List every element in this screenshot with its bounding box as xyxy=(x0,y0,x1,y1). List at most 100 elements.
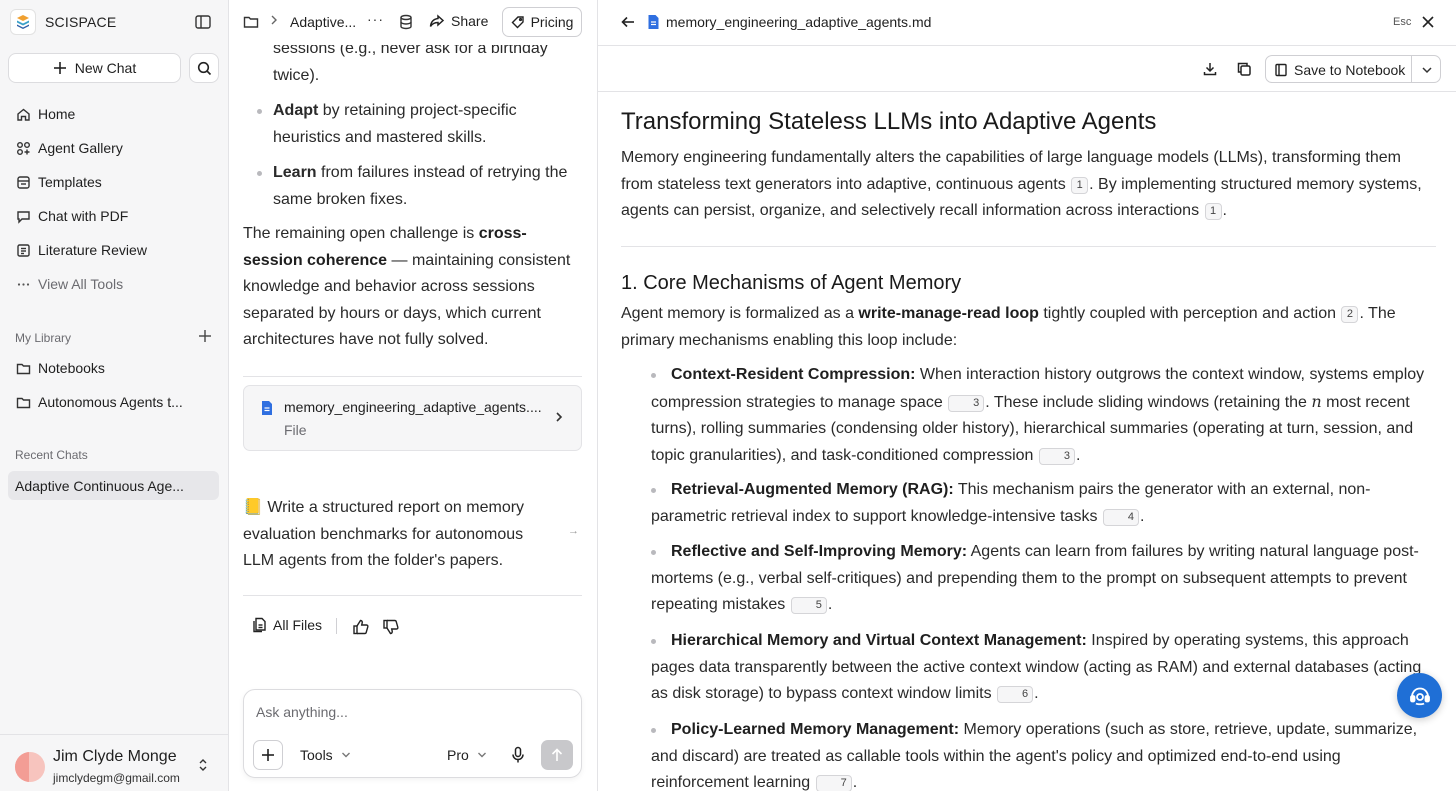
microphone-icon[interactable] xyxy=(511,746,527,764)
citation-badge[interactable]: 1 xyxy=(1071,176,1089,194)
back-arrow-icon[interactable] xyxy=(620,14,636,30)
item-bold: Hierarchical Memory and Virtual Context … xyxy=(671,632,1087,649)
list-item: Policy-Learned Memory Management: Memory… xyxy=(651,717,1436,791)
document-header: memory_engineering_adaptive_agents.md Es… xyxy=(598,0,1456,46)
brand[interactable]: SCISPACE xyxy=(10,8,116,36)
chat-title[interactable]: Adaptive... xyxy=(290,14,356,30)
send-button[interactable] xyxy=(541,740,573,770)
arrow-right-icon[interactable]: → xyxy=(568,525,579,537)
message-text: The remaining open challenge is xyxy=(243,225,479,242)
sidebar-item-literature-review[interactable]: Literature Review xyxy=(15,240,147,260)
esc-hint: Esc xyxy=(1393,16,1412,28)
avatar xyxy=(15,752,45,782)
bullet-dot xyxy=(651,639,656,644)
bullet-dot xyxy=(257,109,262,114)
thumbs-up-icon[interactable] xyxy=(352,618,370,636)
more-options-button[interactable]: ··· xyxy=(367,11,384,27)
sidebar-item-label: Literature Review xyxy=(38,242,147,258)
all-files-button[interactable]: All Files xyxy=(252,617,322,633)
section-intro: Agent memory is formalized as a write-ma… xyxy=(621,301,1436,354)
citation-badge[interactable]: 4 xyxy=(1102,508,1140,526)
files-icon xyxy=(253,617,266,633)
list-item: Learn from failures instead of retrying … xyxy=(257,160,573,213)
citation-badge[interactable]: 6 xyxy=(997,686,1034,703)
tools-dropdown[interactable]: Tools xyxy=(300,747,351,763)
save-to-notebook-label: Save to Notebook xyxy=(1294,62,1406,78)
copy-icon[interactable] xyxy=(1236,61,1252,77)
item-text: . xyxy=(1034,685,1039,702)
item-text: . xyxy=(1140,507,1145,525)
recent-chat-item[interactable]: Adaptive Continuous Age... xyxy=(8,471,219,500)
paragraph-text: Agent memory is formalized as a xyxy=(621,305,859,322)
share-icon xyxy=(429,14,445,27)
pricing-button[interactable]: Pricing xyxy=(502,7,582,37)
add-library-icon[interactable] xyxy=(198,329,214,345)
divider xyxy=(1411,56,1412,82)
file-type: File xyxy=(284,422,307,438)
suggested-followup[interactable]: 📒 Write a structured report on memory ev… xyxy=(243,495,543,575)
bullet-dot xyxy=(651,728,656,733)
sidebar-item-label: Agent Gallery xyxy=(38,140,123,156)
sidebar-item-templates[interactable]: Templates xyxy=(15,172,102,192)
sidebar-item-chat-with-pdf[interactable]: Chat with PDF xyxy=(15,206,128,226)
list-item: Retrieval-Augmented Memory (RAG): This m… xyxy=(651,477,1436,530)
divider xyxy=(336,618,337,634)
sidebar-toggle-icon[interactable] xyxy=(194,13,212,31)
support-chat-button[interactable] xyxy=(1397,673,1442,718)
sidebar-item-view-all-tools[interactable]: View All Tools xyxy=(15,274,123,294)
bullet-dot xyxy=(651,550,656,555)
citation-badge[interactable]: 3 xyxy=(1038,447,1075,465)
download-icon[interactable] xyxy=(1202,61,1218,77)
paragraph-text: tightly coupled with perception and acti… xyxy=(1038,305,1341,322)
scispace-logo-icon xyxy=(10,9,36,35)
sidebar: SCISPACE New Chat Home Agent Gallery Tem… xyxy=(0,0,229,791)
sidebar-item-agent-gallery[interactable]: Agent Gallery xyxy=(15,138,123,158)
pricing-label: Pricing xyxy=(530,14,574,30)
sidebar-item-label: Home xyxy=(38,106,76,122)
sidebar-item-home[interactable]: Home xyxy=(15,104,75,124)
item-bold: Reflective and Self-Improving Memory: xyxy=(671,543,968,560)
citation-badge[interactable]: 5 xyxy=(790,597,827,614)
paragraph-text: . xyxy=(1222,202,1227,219)
chevron-right-icon xyxy=(269,13,279,30)
citation-badge[interactable]: 3 xyxy=(948,394,985,412)
save-to-notebook-button[interactable]: Save to Notebook xyxy=(1265,55,1441,83)
thumbs-down-icon[interactable] xyxy=(382,618,400,636)
close-icon[interactable] xyxy=(1420,14,1436,30)
math-variable: n xyxy=(1311,391,1322,411)
citation-badge[interactable]: 7 xyxy=(815,775,852,791)
chevron-down-icon[interactable] xyxy=(1421,63,1433,75)
notebook-icon xyxy=(1275,63,1287,77)
all-files-label: All Files xyxy=(273,617,323,633)
folder-icon[interactable] xyxy=(243,14,259,30)
support-bot-icon xyxy=(1409,687,1430,705)
sidebar-item-label: Chat with PDF xyxy=(38,208,129,224)
mode-dropdown[interactable]: Pro xyxy=(447,747,487,763)
more-dots-icon xyxy=(15,276,31,292)
list-item: Reflective and Self-Improving Memory: Ag… xyxy=(651,539,1436,619)
attach-button[interactable] xyxy=(253,740,283,770)
save-to-notebook-main[interactable]: Save to Notebook xyxy=(1274,62,1405,78)
ask-input[interactable] xyxy=(256,702,566,722)
library-item-label: Notebooks xyxy=(38,360,105,376)
sidebar-item-label: View All Tools xyxy=(38,276,124,292)
message-paragraph: The remaining open challenge is cross-se… xyxy=(243,221,573,354)
citation-badge[interactable]: 2 xyxy=(1341,306,1359,323)
new-chat-button[interactable]: New Chat xyxy=(8,53,181,83)
chat-icon xyxy=(15,208,31,224)
citation-badge[interactable]: 1 xyxy=(1204,203,1222,220)
library-item-autonomous-agents[interactable]: Autonomous Agents t... xyxy=(15,392,183,412)
library-item-notebooks[interactable]: Notebooks xyxy=(15,358,105,378)
file-card[interactable]: memory_engineering_adaptive_agents.... F… xyxy=(243,385,582,451)
document-panel: memory_engineering_adaptive_agents.md Es… xyxy=(598,0,1456,791)
user-profile[interactable]: Jim Clyde Monge jimclydegm@gmail.com xyxy=(0,734,229,791)
chevron-up-down-icon[interactable] xyxy=(197,757,211,773)
database-icon[interactable] xyxy=(399,14,413,30)
item-text: . These include sliding windows (retaini… xyxy=(985,393,1312,411)
item-text: . xyxy=(852,774,858,791)
plus-icon xyxy=(53,62,66,74)
bullet-dot xyxy=(651,488,656,493)
search-button[interactable] xyxy=(189,53,219,83)
templates-icon xyxy=(15,174,31,190)
share-button[interactable]: Share xyxy=(429,13,488,29)
